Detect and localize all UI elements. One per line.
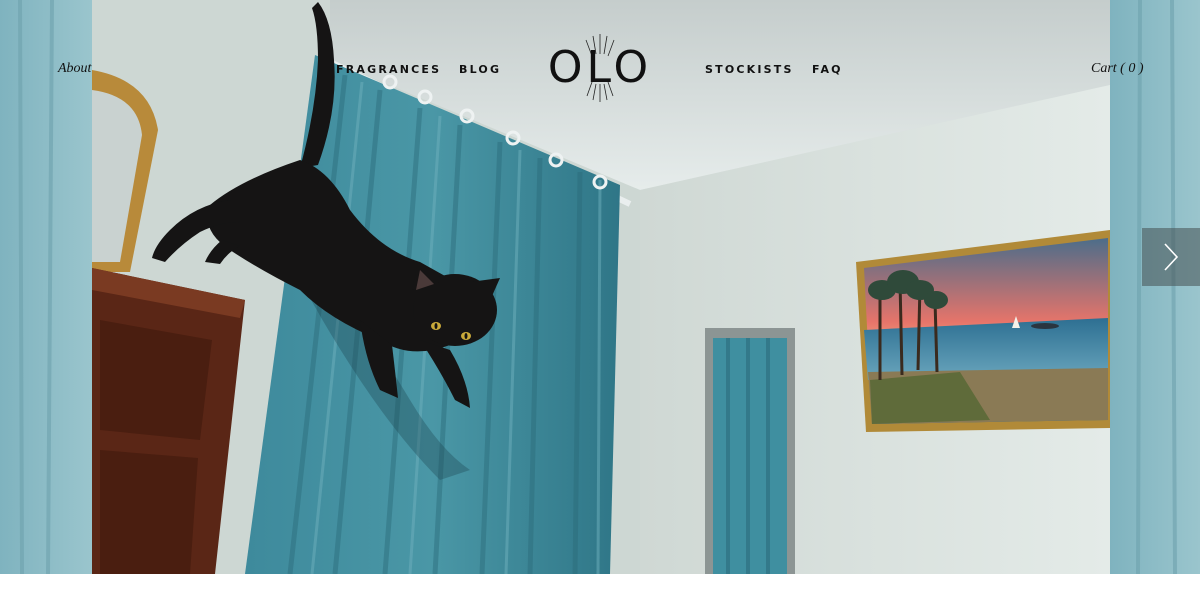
site-logo[interactable]: OLO — [541, 32, 659, 104]
nav-stockists-link[interactable]: STOCKISTS — [705, 63, 794, 76]
chevron-right-icon — [1164, 243, 1179, 271]
nav-faq-link[interactable]: FAQ — [812, 63, 843, 76]
cart-link[interactable]: Cart ( 0 ) — [1091, 61, 1144, 77]
logo-wordmark: OLO — [547, 42, 653, 93]
nav-fragrances-link[interactable]: FRAGRANCES — [336, 63, 441, 76]
wall-painting — [856, 230, 1110, 432]
nav-blog-link[interactable]: BLOG — [459, 63, 501, 76]
next-slide-button[interactable] — [1142, 228, 1200, 286]
nav-about-link[interactable]: About — [58, 61, 91, 77]
